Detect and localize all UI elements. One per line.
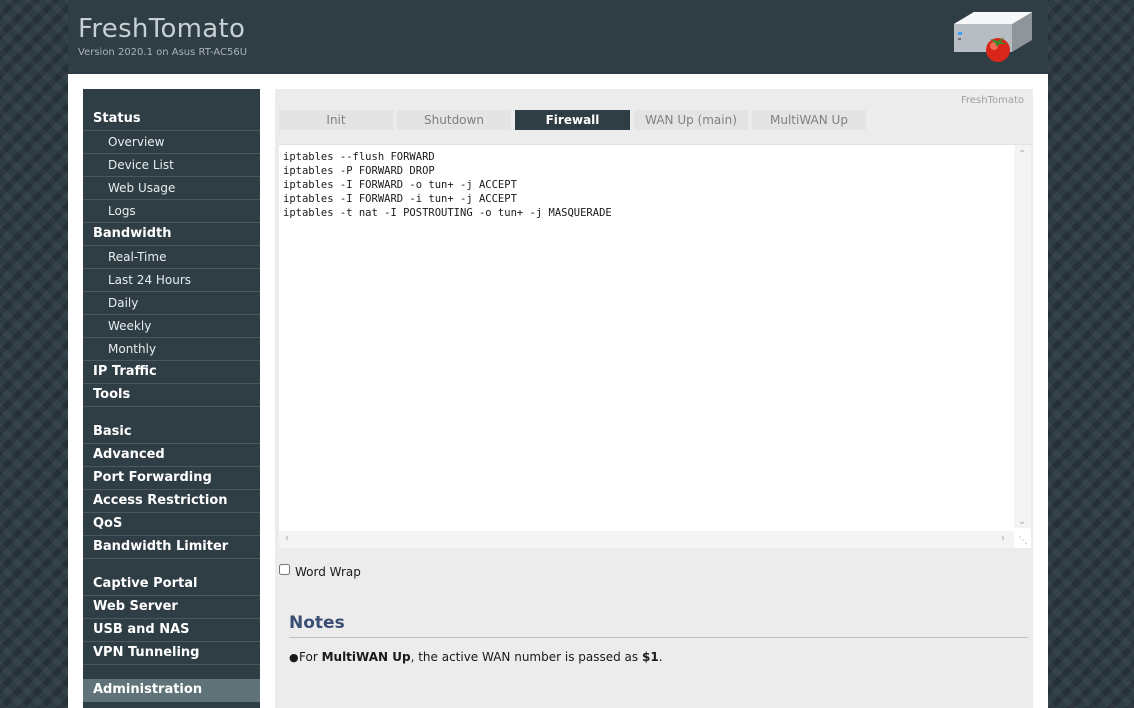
sidebar-item-advanced[interactable]: Advanced — [83, 444, 260, 467]
sidebar-item-daily[interactable]: Daily — [83, 292, 260, 315]
scroll-left-icon[interactable]: ‹ — [285, 534, 289, 544]
sidebar-item-web-server[interactable]: Web Server — [83, 596, 260, 619]
sidebar-item-usb-and-nas[interactable]: USB and NAS — [83, 619, 260, 642]
sidebar-item-overview[interactable]: Overview — [83, 131, 260, 154]
vertical-scrollbar[interactable]: ⌃ ⌄ — [1014, 145, 1031, 528]
resize-grip-icon[interactable]: ⋱ — [1016, 534, 1030, 548]
tab-init[interactable]: Init — [279, 110, 393, 130]
sidebar-item-bandwidth-limiter[interactable]: Bandwidth Limiter — [83, 536, 260, 559]
note-item: ●For MultiWAN Up, the active WAN number … — [289, 650, 663, 664]
sidebar-item-qos[interactable]: QoS — [83, 513, 260, 536]
sidebar-item-last-24-hours[interactable]: Last 24 Hours — [83, 269, 260, 292]
notes-title: Notes — [289, 613, 345, 633]
sidebar-item-bandwidth[interactable]: Bandwidth — [83, 223, 260, 246]
scroll-right-icon[interactable]: › — [1001, 534, 1005, 544]
sidebar-item-device-list[interactable]: Device List — [83, 154, 260, 177]
sidebar-item-tools[interactable]: Tools — [83, 384, 260, 407]
app-version: Version 2020.1 on Asus RT-AC56U — [78, 47, 248, 58]
word-wrap-checkbox[interactable] — [279, 564, 290, 575]
sidebar-item-real-time[interactable]: Real-Time — [83, 246, 260, 269]
sidebar-item-captive-portal[interactable]: Captive Portal — [83, 559, 260, 596]
tab-wan-up-main[interactable]: WAN Up (main) — [634, 110, 748, 130]
sidebar-item-status[interactable]: Status — [83, 108, 260, 131]
horizontal-scrollbar[interactable]: ‹ › — [279, 531, 1014, 548]
scroll-down-icon[interactable]: ⌄ — [1018, 517, 1026, 527]
notes-list: ●For MultiWAN Up, the active WAN number … — [289, 650, 663, 664]
tab-shutdown[interactable]: Shutdown — [397, 110, 511, 130]
bullet-icon: ● — [289, 651, 299, 664]
sidebar-item-port-forwarding[interactable]: Port Forwarding — [83, 467, 260, 490]
sidebar-item-vpn-tunneling[interactable]: VPN Tunneling — [83, 642, 260, 665]
notes-divider — [289, 637, 1028, 638]
page: FreshTomato Version 2020.1 on Asus RT-AC… — [68, 0, 1048, 708]
main-content: FreshTomato Init Shutdown Firewall WAN U… — [275, 89, 1033, 708]
script-editor: iptables --flush FORWARD iptables -P FOR… — [279, 144, 1031, 548]
tab-multiwan-up[interactable]: MultiWAN Up — [752, 110, 866, 130]
sidebar-item-logs[interactable]: Logs — [83, 200, 260, 223]
note-text-middle: , the active WAN number is passed as — [410, 650, 642, 664]
sidebar-item-basic[interactable]: Basic — [83, 407, 260, 444]
sidebar: Status Overview Device List Web Usage Lo… — [83, 89, 260, 708]
note-text-suffix: . — [658, 650, 663, 664]
sidebar-item-web-usage[interactable]: Web Usage — [83, 177, 260, 200]
sidebar-item-monthly[interactable]: Monthly — [83, 338, 260, 361]
note-text-variable: $1 — [641, 650, 659, 664]
sidebar-item-administration[interactable]: Administration — [83, 665, 260, 702]
scroll-up-icon[interactable]: ⌃ — [1018, 150, 1026, 160]
note-text-prefix: For — [299, 650, 322, 664]
header: FreshTomato Version 2020.1 on Asus RT-AC… — [68, 0, 1048, 74]
sidebar-item-access-restriction[interactable]: Access Restriction — [83, 490, 260, 513]
sidebar-item-weekly[interactable]: Weekly — [83, 315, 260, 338]
brand-label: FreshTomato — [960, 95, 1024, 106]
sidebar-item-ip-traffic[interactable]: IP Traffic — [83, 361, 260, 384]
script-textarea[interactable]: iptables --flush FORWARD iptables -P FOR… — [279, 145, 1007, 528]
app-title: FreshTomato — [78, 14, 246, 44]
word-wrap-label[interactable]: Word Wrap — [295, 565, 361, 579]
tab-firewall[interactable]: Firewall — [515, 110, 630, 130]
router-with-tomato-icon — [954, 12, 1032, 62]
note-text-tab-name: MultiWAN Up — [321, 650, 411, 664]
